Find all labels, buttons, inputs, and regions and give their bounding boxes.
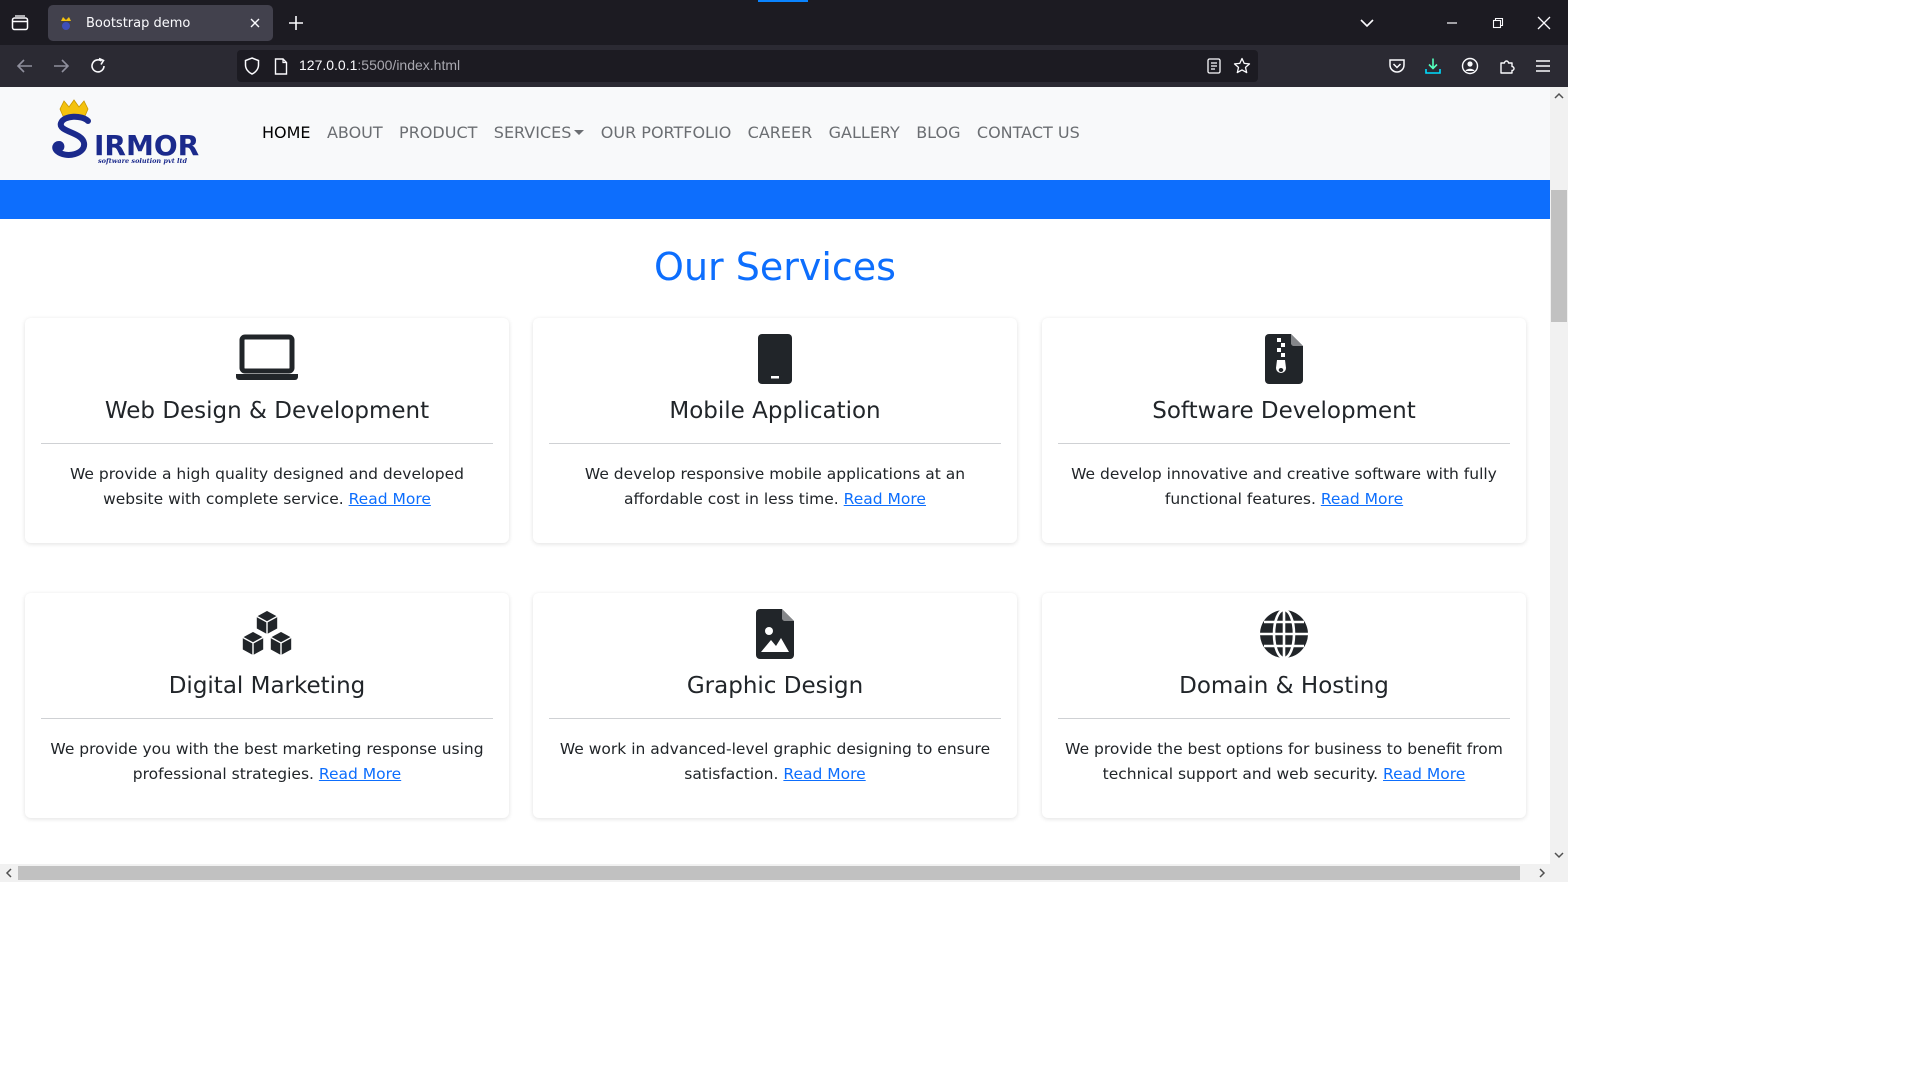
file-image-icon xyxy=(533,609,1017,659)
read-more-link[interactable]: Read More xyxy=(1321,490,1403,508)
service-card-mobile-app: Mobile Application We develop responsive… xyxy=(533,318,1017,543)
scroll-right-icon[interactable] xyxy=(1534,865,1550,881)
bookmark-star-icon[interactable] xyxy=(1233,57,1251,75)
card-text: We provide you with the best marketing r… xyxy=(47,737,487,787)
file-zip-icon xyxy=(1042,334,1526,384)
tab-close-icon[interactable] xyxy=(247,15,263,31)
read-more-link[interactable]: Read More xyxy=(349,490,431,508)
tab-title: Bootstrap demo xyxy=(86,15,191,31)
window-close-icon[interactable] xyxy=(1531,10,1557,36)
read-more-link[interactable]: Read More xyxy=(844,490,926,508)
nav-product[interactable]: PRODUCT xyxy=(399,123,477,142)
main-nav: HOME ABOUT PRODUCT SERVICES OUR PORTFOLI… xyxy=(262,123,1096,142)
account-icon[interactable] xyxy=(1457,53,1483,79)
list-all-tabs-icon[interactable] xyxy=(1354,10,1380,36)
card-text: We develop innovative and creative softw… xyxy=(1064,462,1504,512)
browser-toolbar: 127.0.0.1:5500/index.html xyxy=(0,45,1568,87)
pocket-icon[interactable] xyxy=(1384,53,1410,79)
card-text: We provide the best options for business… xyxy=(1064,737,1504,787)
card-divider xyxy=(549,443,1001,444)
page-viewport: IRMOR software solution pvt ltd HOME ABO… xyxy=(0,87,1550,864)
card-title: Domain & Hosting xyxy=(1179,673,1389,699)
nav-about[interactable]: ABOUT xyxy=(327,123,383,142)
tab-accent-line xyxy=(758,0,808,2)
vertical-scroll-thumb[interactable] xyxy=(1551,190,1567,322)
browser-tab-bar: Bootstrap demo xyxy=(0,0,1568,45)
nav-contact-us[interactable]: CONTACT US xyxy=(977,123,1080,142)
caret-down-icon xyxy=(574,130,585,135)
card-divider xyxy=(1058,443,1510,444)
hero-banner-strip xyxy=(0,180,1550,219)
menu-icon[interactable] xyxy=(1530,53,1556,79)
card-title: Graphic Design xyxy=(686,673,864,699)
service-card-domain-hosting: Domain & Hosting We provide the best opt… xyxy=(1042,593,1526,818)
service-card-digital-marketing: Digital Marketing We provide you with th… xyxy=(25,593,509,818)
scroll-down-icon[interactable] xyxy=(1551,847,1567,863)
read-more-link[interactable]: Read More xyxy=(1383,765,1465,783)
globe-icon xyxy=(1042,609,1526,659)
card-divider xyxy=(1058,718,1510,719)
minimize-icon[interactable] xyxy=(1439,10,1465,36)
sirmor-logo[interactable]: IRMOR software solution pvt ltd xyxy=(52,99,199,167)
nav-career[interactable]: CAREER xyxy=(748,123,813,142)
shield-icon[interactable] xyxy=(243,57,261,75)
back-icon[interactable] xyxy=(12,53,38,79)
service-card-web-design: Web Design & Development We provide a hi… xyxy=(25,318,509,543)
url-text[interactable]: 127.0.0.1:5500/index.html xyxy=(299,57,460,73)
browser-tab[interactable]: Bootstrap demo xyxy=(48,5,273,41)
card-divider xyxy=(41,443,493,444)
page-icon[interactable] xyxy=(272,57,290,75)
new-tab-icon[interactable] xyxy=(284,11,308,35)
card-description: We work in advanced-level graphic design… xyxy=(559,740,991,783)
site-header: IRMOR software solution pvt ltd HOME ABO… xyxy=(0,87,1550,180)
url-host: 127.0.0.1 xyxy=(299,57,358,73)
nav-gallery[interactable]: GALLERY xyxy=(829,123,900,142)
card-title: Software Development xyxy=(1152,398,1416,424)
card-divider xyxy=(41,718,493,719)
read-more-link[interactable]: Read More xyxy=(319,765,401,783)
bootstrap-favicon-icon xyxy=(58,15,74,31)
reader-view-icon[interactable] xyxy=(1205,57,1223,75)
phone-icon xyxy=(533,334,1017,384)
card-title: Web Design & Development xyxy=(104,398,430,424)
card-title: Mobile Application xyxy=(669,398,881,424)
card-description: We develop innovative and creative softw… xyxy=(1071,465,1497,508)
logo-tagline: software solution pvt ltd xyxy=(98,157,188,165)
nav-services-dropdown[interactable]: SERVICES xyxy=(494,123,585,142)
scroll-left-icon[interactable] xyxy=(1,865,17,881)
boxes-icon xyxy=(25,609,509,661)
card-text: We provide a high quality designed and d… xyxy=(47,462,487,512)
scroll-up-icon[interactable] xyxy=(1551,88,1567,104)
card-divider xyxy=(549,718,1001,719)
card-text: We develop responsive mobile application… xyxy=(555,462,995,512)
service-card-graphic-design: Graphic Design We work in advanced-level… xyxy=(533,593,1017,818)
nav-home[interactable]: HOME xyxy=(262,123,311,142)
restore-icon[interactable] xyxy=(1485,10,1511,36)
url-path: :5500/index.html xyxy=(357,57,461,73)
extensions-icon[interactable] xyxy=(1494,53,1520,79)
reload-icon[interactable] xyxy=(85,53,111,79)
url-bar[interactable]: 127.0.0.1:5500/index.html xyxy=(237,50,1258,82)
horizontal-scroll-thumb[interactable] xyxy=(18,866,1520,880)
service-card-software: Software Development We develop innovati… xyxy=(1042,318,1526,543)
card-text: We work in advanced-level graphic design… xyxy=(555,737,995,787)
tab-list-icon[interactable] xyxy=(8,11,32,35)
read-more-link[interactable]: Read More xyxy=(783,765,865,783)
nav-blog[interactable]: BLOG xyxy=(916,123,960,142)
card-title: Digital Marketing xyxy=(168,673,366,699)
laptop-icon xyxy=(25,334,509,382)
nav-services-label: SERVICES xyxy=(493,123,572,142)
card-description: We provide you with the best marketing r… xyxy=(50,740,484,783)
forward-icon[interactable] xyxy=(48,53,74,79)
services-heading: Our Services xyxy=(654,245,896,289)
downloads-icon[interactable] xyxy=(1420,53,1446,79)
nav-our-portfolio[interactable]: OUR PORTFOLIO xyxy=(601,123,732,142)
